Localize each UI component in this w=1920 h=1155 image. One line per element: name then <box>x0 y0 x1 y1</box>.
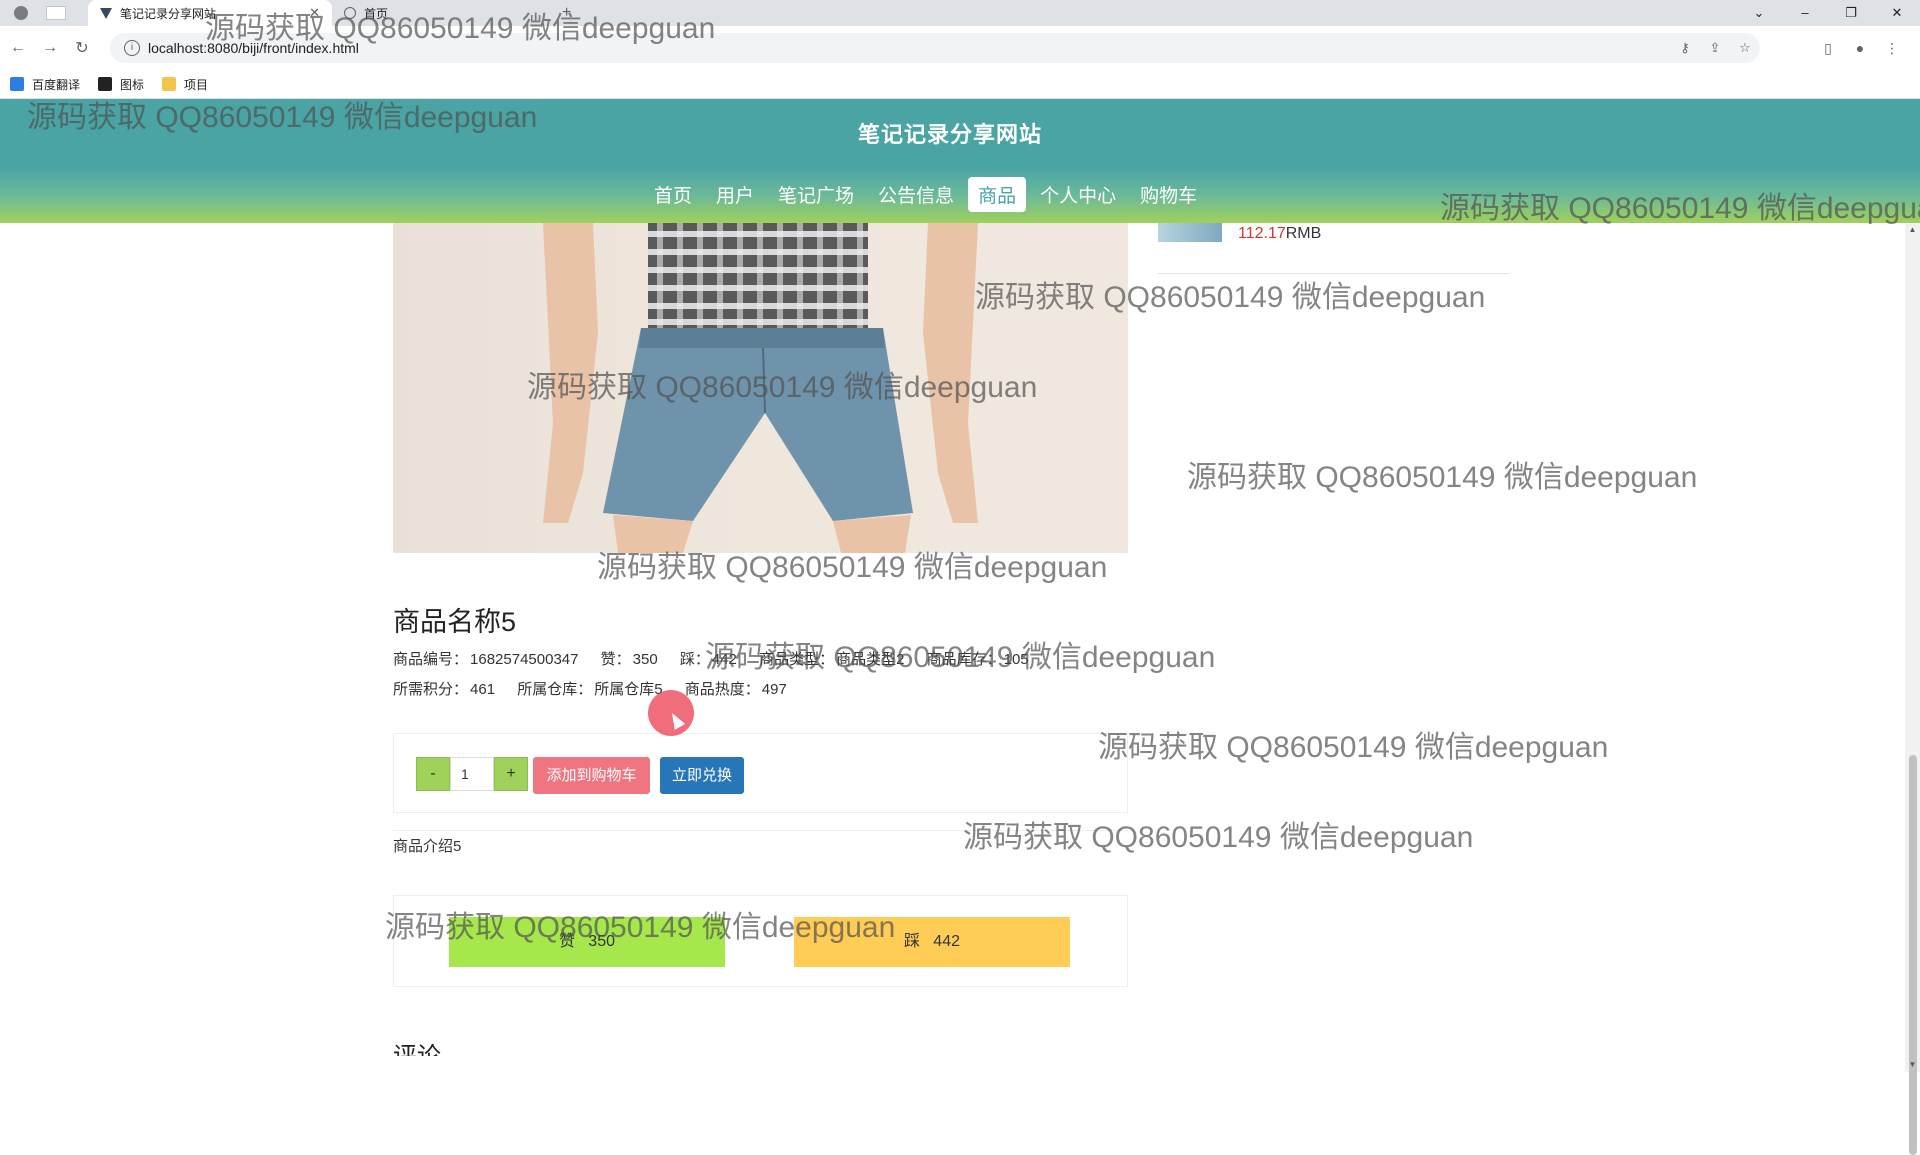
watermark: 源码获取 QQ86050149 微信deepguan <box>1098 731 1609 764</box>
recommended-thumbnail <box>1158 223 1222 242</box>
heat-label: 商品热度： <box>684 681 760 698</box>
main-nav: 首页 用户 笔记广场 公告信息 商品 个人中心 购物车 <box>644 177 1211 212</box>
divider <box>393 830 1128 831</box>
page-scrollbar[interactable] <box>1905 223 1920 1155</box>
tab-title: 首页 <box>364 6 389 21</box>
bookmark-project[interactable]: 项目 <box>162 76 208 93</box>
bookmark-label: 图标 <box>120 77 145 92</box>
like-button[interactable]: 赞 350 <box>449 917 725 967</box>
price-unit: RMB <box>1285 225 1322 242</box>
product-title: 商品名称5 <box>393 607 517 637</box>
key-icon[interactable]: ⚷ <box>1670 40 1700 56</box>
dislike-button[interactable]: 踩 442 <box>794 917 1070 967</box>
nav-users[interactable]: 用户 <box>706 177 764 212</box>
bookmark-icons[interactable]: 图标 <box>98 76 144 93</box>
url-input[interactable]: i localhost:8080/biji/front/index.html ⚷… <box>110 33 1760 63</box>
product-meta-row-1: 商品编号： 1682574500347 赞： 350 踩： 442 商品类型： 商品类型… <box>393 648 1031 669</box>
bookmarks-bar: 百度翻译 图标 项目 <box>0 70 1920 99</box>
back-icon[interactable]: ← <box>4 39 32 57</box>
warehouse: 所属仓库5 <box>594 681 663 698</box>
reload-icon[interactable]: ↻ <box>68 38 96 58</box>
quantity-increase-button[interactable]: + <box>494 757 528 791</box>
product-code: 1682574500347 <box>470 651 579 668</box>
nav-products[interactable]: 商品 <box>968 177 1027 212</box>
code-label: 商品编号： <box>393 651 469 668</box>
bookmark-label: 项目 <box>184 77 209 92</box>
product-heat: 497 <box>761 681 787 698</box>
share-icon[interactable]: ⇪ <box>1700 40 1730 56</box>
scroll-up-arrow-icon[interactable]: ▲ <box>1905 223 1920 237</box>
watermark: 源码获取 QQ86050149 微信deepguan <box>1187 461 1698 494</box>
info-icon[interactable]: i <box>124 40 140 56</box>
add-to-cart-button[interactable]: 添加到购物车 <box>533 757 650 794</box>
likes-label: 赞： <box>600 651 631 668</box>
points-label: 所需积分： <box>393 681 469 698</box>
quantity-input[interactable]: 1 <box>450 757 494 791</box>
browser-tab-inactive[interactable]: 首页 <box>332 0 556 26</box>
globe-favicon-icon <box>344 7 356 19</box>
site-header: 笔记记录分享网站 首页 用户 笔记广场 公告信息 商品 个人中心 购物车 <box>0 99 1920 223</box>
nav-profile[interactable]: 个人中心 <box>1030 177 1126 212</box>
folder-icon <box>162 77 177 91</box>
tab-close-icon[interactable]: ✕ <box>309 5 320 21</box>
dislikes-label: 踩： <box>679 651 710 668</box>
purchase-panel: - 1 + 添加到购物车 立即兑换 <box>393 733 1128 813</box>
bookmark-translate[interactable]: 百度翻译 <box>10 76 80 93</box>
star-icon[interactable]: ☆ <box>1730 40 1760 56</box>
restore-icon[interactable]: ❐ <box>1828 0 1874 26</box>
vue-favicon-icon <box>100 7 112 19</box>
more-menu-icon[interactable]: ⋮ <box>1876 40 1908 57</box>
dislikes-count: 442 <box>711 651 737 668</box>
tab-title: 笔记记录分享网站 <box>120 6 217 21</box>
bookmark-label: 百度翻译 <box>32 77 81 92</box>
profile-icon[interactable]: ● <box>1844 40 1876 57</box>
forward-icon[interactable]: → <box>36 39 64 57</box>
nav-announcements[interactable]: 公告信息 <box>868 177 964 212</box>
warehouse-label: 所属仓库： <box>517 681 593 698</box>
browser-tabbar: 笔记记录分享网站 ✕ 首页 + ⌄ – ❐ ✕ <box>0 0 1920 26</box>
browser-tab-active[interactable]: 笔记记录分享网站 ✕ <box>88 0 332 26</box>
required-points: 461 <box>470 681 496 698</box>
nav-notes-square[interactable]: 笔记广场 <box>768 177 864 212</box>
scrollbar-thumb[interactable] <box>1909 755 1917 1155</box>
browser-menu-icon[interactable] <box>14 6 28 20</box>
watermark: 源码获取 QQ86050149 微信deepguan <box>963 821 1474 854</box>
nav-cart[interactable]: 购物车 <box>1130 177 1207 212</box>
recommended-price: 112.17RMB <box>1238 225 1321 243</box>
product-description: 商品介绍5 <box>393 838 462 855</box>
product-stock: 105 <box>1003 651 1029 668</box>
iconfont-icon <box>98 77 113 91</box>
minimize-icon[interactable]: – <box>1782 0 1828 26</box>
quantity-decrease-button[interactable]: - <box>416 757 450 791</box>
url-text: localhost:8080/biji/front/index.html <box>148 40 359 56</box>
likes-count: 350 <box>632 651 658 668</box>
address-bar: ← → ↻ i localhost:8080/biji/front/index.… <box>0 26 1920 70</box>
sidepanel-icon[interactable]: ▯ <box>1812 40 1844 57</box>
redeem-now-button[interactable]: 立即兑换 <box>660 757 744 794</box>
comments-heading: 评论 <box>393 1036 441 1056</box>
close-window-icon[interactable]: ✕ <box>1874 0 1920 26</box>
vote-panel: 赞 350 踩 442 <box>393 895 1128 987</box>
site-title: 笔记记录分享网站 <box>857 122 1042 147</box>
product-image <box>393 223 1128 553</box>
product-photo <box>543 223 978 553</box>
scroll-down-arrow-icon[interactable]: ▼ <box>1905 1058 1920 1072</box>
chevron-down-icon[interactable]: ⌄ <box>1736 0 1782 26</box>
tab-search-icon[interactable] <box>46 6 66 20</box>
window-controls: ⌄ – ❐ ✕ <box>1736 0 1920 26</box>
nav-home[interactable]: 首页 <box>644 177 702 212</box>
recommended-item[interactable]: 112.17RMB <box>1158 223 1510 274</box>
product-meta-row-2: 所需积分： 461 所属仓库： 所属仓库5 商品热度： 497 <box>393 678 789 699</box>
product-type: 商品类型2 <box>836 651 905 668</box>
price-value: 112.17 <box>1238 225 1286 242</box>
translate-icon <box>10 77 24 91</box>
type-label: 商品类型： <box>759 651 835 668</box>
stock-label: 商品库存： <box>926 651 1002 668</box>
new-tab-icon[interactable]: + <box>562 4 571 22</box>
